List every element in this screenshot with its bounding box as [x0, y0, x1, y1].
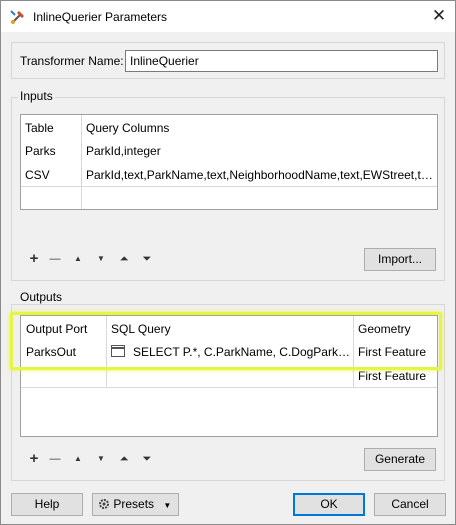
help-button[interactable]: Help [11, 493, 83, 516]
inputs-header-query-columns: Query Columns [86, 121, 170, 135]
move-up-icon[interactable]: ▲ [71, 452, 85, 466]
dialog-window: InlineQuerier Parameters ✕ Transformer N… [0, 0, 456, 525]
window-title: InlineQuerier Parameters [33, 10, 168, 24]
add-input-button[interactable]: + [27, 251, 41, 266]
inputs-row-table[interactable]: Parks [22, 139, 80, 163]
highlight-annotation [10, 312, 442, 370]
close-button[interactable]: ✕ [425, 4, 453, 28]
inputs-table: Table Query Columns Parks ParkId,integer… [20, 114, 438, 210]
dropdown-arrow-icon: ▼ [163, 501, 172, 510]
import-button[interactable]: Import... [364, 248, 436, 271]
inputs-row-table[interactable]: CSV [22, 163, 80, 187]
inputs-group-label: Inputs [18, 89, 55, 103]
presets-label: Presets [113, 497, 155, 511]
remove-output-button[interactable]: — [48, 452, 62, 466]
transformer-name-label: Transformer Name: [20, 54, 124, 68]
move-top-icon[interactable]: ⏶ [117, 452, 131, 466]
move-bottom-icon[interactable]: ⏷ [140, 452, 154, 466]
inputs-row-columns[interactable]: ParkId,integer [83, 139, 433, 163]
presets-button[interactable]: Presets ▼ [92, 493, 179, 516]
inputs-row-columns[interactable]: ParkId,text,ParkName,text,NeighborhoodNa… [83, 163, 433, 187]
cancel-button[interactable]: Cancel [374, 493, 446, 516]
move-top-icon[interactable]: ⏶ [117, 252, 131, 266]
inputs-header-table: Table [25, 121, 54, 135]
move-down-icon[interactable]: ▼ [94, 452, 108, 466]
transformer-name-input[interactable] [125, 50, 438, 72]
remove-input-button[interactable]: — [48, 252, 62, 266]
move-up-icon[interactable]: ▲ [71, 252, 85, 266]
gear-icon [99, 499, 109, 509]
generate-button[interactable]: Generate [364, 448, 436, 471]
title-bar: InlineQuerier Parameters ✕ [1, 1, 455, 32]
outputs-group-label: Outputs [18, 290, 65, 304]
move-bottom-icon[interactable]: ⏷ [140, 252, 154, 266]
move-down-icon[interactable]: ▼ [94, 252, 108, 266]
ok-button[interactable]: OK [293, 493, 365, 516]
add-output-button[interactable]: + [27, 451, 41, 466]
transformer-app-icon [10, 10, 24, 24]
